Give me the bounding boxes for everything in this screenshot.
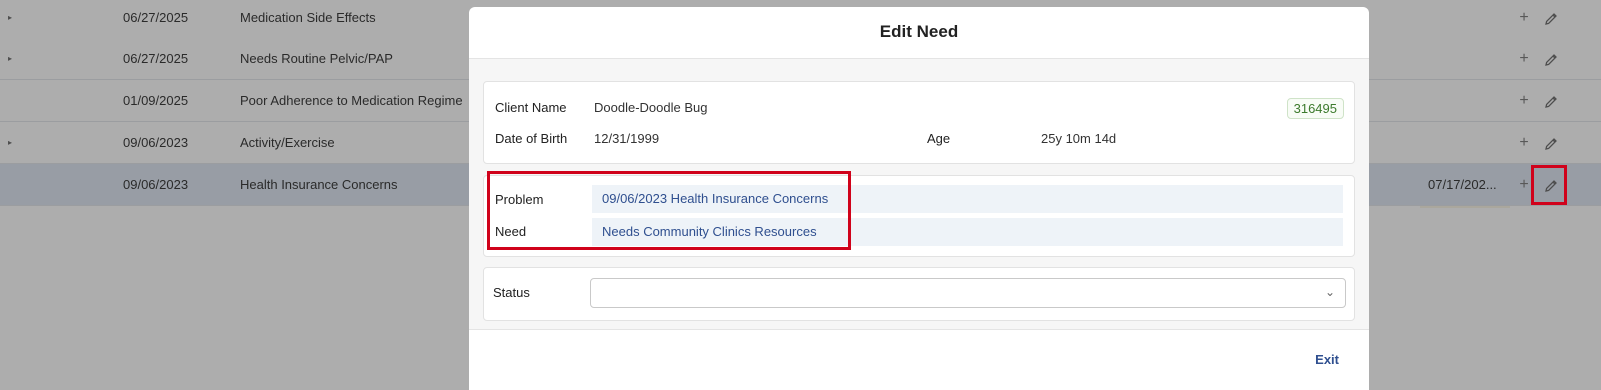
age-value: 25y 10m 14d	[1041, 131, 1117, 146]
client-name-label: Client Name	[495, 100, 567, 115]
status-card: Status ⌄	[483, 267, 1355, 321]
age-label: Age	[927, 131, 951, 146]
dialog-title: Edit Need	[469, 7, 1369, 59]
client-name-value: Doodle-Doodle Bug	[594, 100, 708, 115]
dialog-footer: Exit	[469, 329, 1369, 390]
dob-value: 12/31/1999	[594, 131, 660, 146]
chevron-down-icon: ⌄	[1324, 285, 1335, 299]
exit-button[interactable]: Exit	[1315, 352, 1339, 367]
client-info-card: Client Name Doodle-Doodle Bug 316495 Dat…	[483, 81, 1355, 164]
status-select[interactable]: ⌄	[590, 278, 1346, 308]
client-id-badge: 316495	[1286, 98, 1344, 119]
dob-label: Date of Birth	[495, 131, 568, 146]
status-label: Status	[493, 285, 530, 300]
highlight-box-problem-need	[487, 171, 851, 250]
highlight-box-edit-icon	[1531, 165, 1567, 205]
